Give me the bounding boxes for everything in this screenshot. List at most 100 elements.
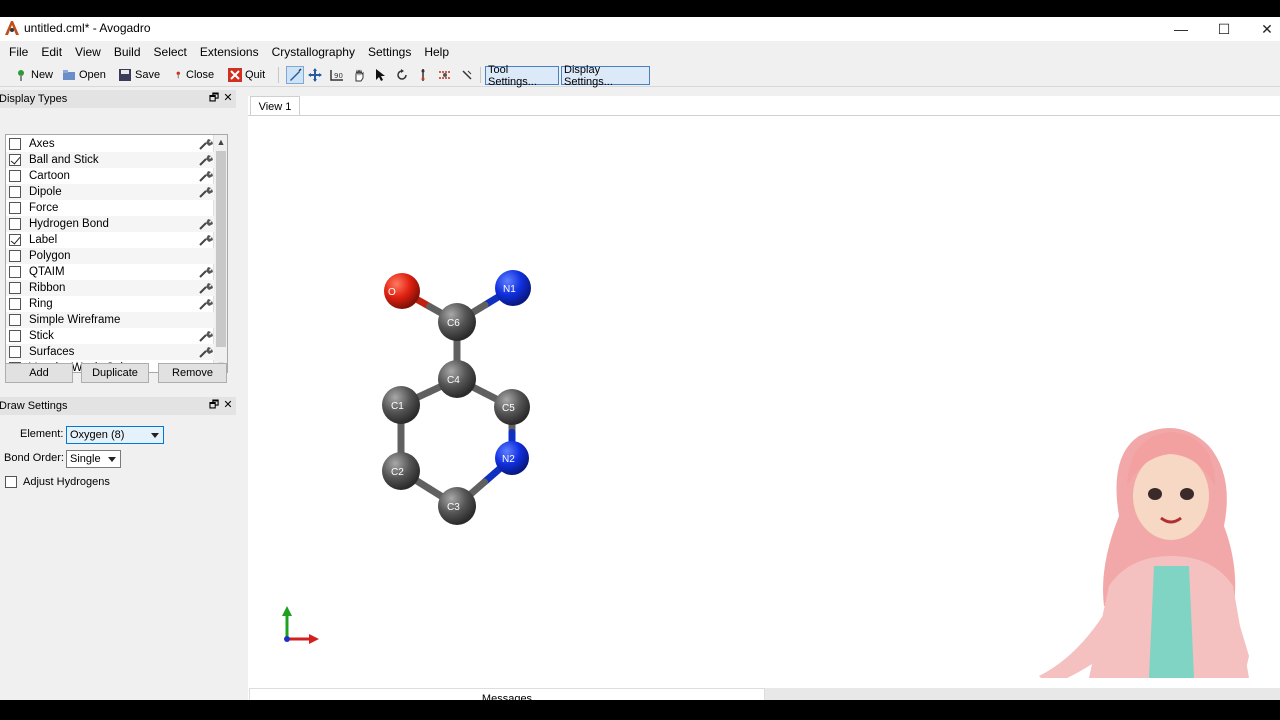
navigate-tool-button[interactable]: [306, 66, 324, 84]
bond-order-combo[interactable]: Single: [66, 450, 121, 468]
element-combo[interactable]: Oxygen (8): [66, 426, 164, 444]
title-bar: untitled.cml* - Avogadro — ☐ ✕: [0, 17, 1280, 41]
menu-select[interactable]: Select: [149, 45, 192, 59]
wrench-icon[interactable]: [198, 265, 214, 279]
menu-view[interactable]: View: [70, 45, 106, 59]
display-type-checkbox[interactable]: [9, 330, 21, 342]
remove-button[interactable]: Remove: [158, 363, 227, 383]
scroll-thumb[interactable]: [216, 151, 226, 347]
display-type-row[interactable]: Hydrogen Bond: [6, 216, 214, 232]
wrench-icon[interactable]: [198, 185, 214, 199]
menu-extensions[interactable]: Extensions: [195, 45, 264, 59]
atom-c4[interactable]: C4: [438, 360, 476, 398]
menu-build[interactable]: Build: [109, 45, 146, 59]
display-type-checkbox[interactable]: [9, 138, 21, 150]
display-type-checkbox[interactable]: [9, 282, 21, 294]
float-dock-icon[interactable]: 🗗: [208, 399, 220, 411]
display-type-checkbox[interactable]: [9, 202, 21, 214]
display-type-checkbox[interactable]: [9, 314, 21, 326]
display-type-row[interactable]: Ball and Stick: [6, 152, 214, 168]
atom-o[interactable]: O: [384, 273, 420, 309]
measure-tool-button[interactable]: 90: [328, 66, 346, 84]
scroll-up-icon[interactable]: ▲: [214, 135, 227, 149]
display-type-checkbox[interactable]: [9, 154, 21, 166]
bond-centric-tool-button[interactable]: [458, 66, 476, 84]
display-type-checkbox[interactable]: [9, 218, 21, 230]
display-type-label: Stick: [29, 330, 54, 342]
duplicate-button[interactable]: Duplicate: [81, 363, 149, 383]
molecule-canvas[interactable]: O N1 C6 C4 C1 C5 N2 C2 C3: [249, 116, 1280, 686]
display-type-checkbox[interactable]: [9, 298, 21, 310]
atom-c2[interactable]: C2: [382, 452, 420, 490]
atom-c5[interactable]: C5: [494, 389, 530, 425]
close-dock-icon[interactable]: ✕: [222, 399, 234, 411]
minimize-button[interactable]: —: [1159, 17, 1203, 41]
menu-help[interactable]: Help: [419, 45, 454, 59]
atom-c3[interactable]: C3: [438, 487, 476, 525]
display-type-row[interactable]: Label: [6, 232, 214, 248]
display-type-row[interactable]: Cartoon: [6, 168, 214, 184]
atom-c1[interactable]: C1: [382, 386, 420, 424]
display-type-row[interactable]: Surfaces: [6, 344, 214, 360]
atom-n1[interactable]: N1: [495, 270, 531, 306]
draw-tool-button[interactable]: [286, 66, 304, 84]
select-tool-button[interactable]: [371, 66, 389, 84]
rotate-tool-icon: [397, 69, 407, 80]
display-type-row[interactable]: QTAIM: [6, 264, 214, 280]
menu-settings[interactable]: Settings: [363, 45, 416, 59]
manipulate-tool-button[interactable]: [350, 66, 368, 84]
wrench-icon[interactable]: [198, 137, 214, 151]
open-button[interactable]: Open: [62, 66, 106, 84]
display-type-checkbox[interactable]: [9, 346, 21, 358]
display-type-row[interactable]: Force: [6, 200, 214, 216]
atom-n2[interactable]: N2: [495, 441, 529, 475]
close-button[interactable]: Close: [176, 66, 214, 84]
display-type-row[interactable]: Stick: [6, 328, 214, 344]
add-button[interactable]: Add: [5, 363, 73, 383]
draw-tool-icon: [290, 68, 302, 81]
display-type-row[interactable]: Ribbon: [6, 280, 214, 296]
menu-edit[interactable]: Edit: [36, 45, 67, 59]
x-axis-arrow: [309, 634, 319, 644]
adjust-hydrogens-checkbox[interactable]: [5, 476, 17, 488]
atom-c6[interactable]: C6: [438, 303, 476, 341]
adjust-hydrogens-option[interactable]: Adjust Hydrogens: [2, 476, 110, 488]
display-types-scrollbar[interactable]: ▲ ▼: [213, 135, 227, 372]
menu-file[interactable]: File: [4, 45, 33, 59]
wrench-icon[interactable]: [198, 233, 214, 247]
new-button[interactable]: New: [14, 66, 53, 84]
display-type-checkbox[interactable]: [9, 234, 21, 246]
messages-tab[interactable]: Messages: [249, 688, 765, 700]
display-type-row[interactable]: Polygon: [6, 248, 214, 264]
tool-settings-button[interactable]: Tool Settings...: [485, 64, 559, 88]
display-type-checkbox[interactable]: [9, 250, 21, 262]
menu-crystallography[interactable]: Crystallography: [267, 45, 360, 59]
display-settings-button[interactable]: Display Settings...: [561, 64, 650, 88]
close-dock-icon[interactable]: ✕: [222, 92, 234, 104]
close-window-button[interactable]: ✕: [1245, 17, 1280, 41]
display-type-row[interactable]: Dipole: [6, 184, 214, 200]
wrench-icon[interactable]: [198, 329, 214, 343]
rotate-tool-button[interactable]: [393, 66, 411, 84]
display-type-row[interactable]: Axes: [6, 136, 214, 152]
float-dock-icon[interactable]: 🗗: [208, 92, 220, 104]
autooptimize-tool-button[interactable]: [436, 66, 454, 84]
wrench-icon[interactable]: [198, 297, 214, 311]
display-type-row[interactable]: Ring: [6, 296, 214, 312]
wrench-icon[interactable]: [198, 281, 214, 295]
wrench-icon[interactable]: [198, 153, 214, 167]
display-type-checkbox[interactable]: [9, 170, 21, 182]
toolbar-separator: [278, 67, 279, 83]
display-type-row[interactable]: Simple Wireframe: [6, 312, 214, 328]
save-button[interactable]: Save: [118, 66, 160, 84]
wrench-icon[interactable]: [198, 217, 214, 231]
wrench-icon[interactable]: [198, 345, 214, 359]
wrench-icon[interactable]: [198, 169, 214, 183]
align-tool-button[interactable]: [414, 66, 432, 84]
tab-view-1[interactable]: View 1: [250, 96, 300, 116]
display-type-checkbox[interactable]: [9, 266, 21, 278]
quit-button[interactable]: Quit: [228, 66, 265, 84]
menu-bar: File Edit View Build Select Extensions C…: [0, 41, 1280, 63]
maximize-button[interactable]: ☐: [1202, 17, 1246, 41]
display-type-checkbox[interactable]: [9, 186, 21, 198]
